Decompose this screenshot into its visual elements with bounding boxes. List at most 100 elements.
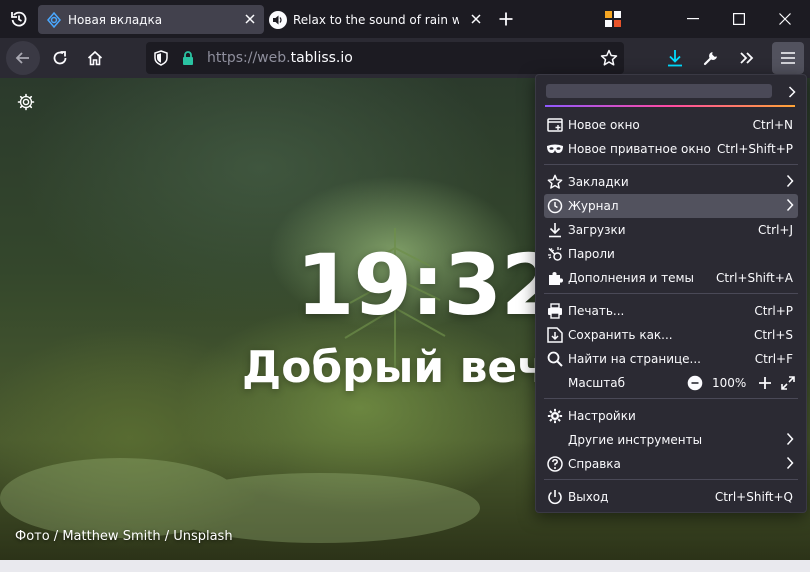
menu-label: Масштаб: [568, 376, 626, 390]
account-row[interactable]: [546, 84, 772, 98]
new-tab-button[interactable]: [492, 0, 520, 38]
menu-label: Выход: [568, 490, 609, 504]
menu-passwords[interactable]: Пароли: [544, 242, 798, 266]
accent-divider: [545, 105, 795, 107]
history-clock-icon: [546, 197, 564, 215]
menu-shortcut: Ctrl+N: [752, 118, 793, 132]
reload-button[interactable]: [44, 42, 76, 74]
menu-find-in-page[interactable]: Найти на странице... Ctrl+F: [544, 347, 798, 371]
menu-shortcut: Ctrl+S: [753, 328, 793, 342]
menu-addons-themes[interactable]: Дополнения и темы Ctrl+Shift+A: [544, 266, 798, 290]
chevron-right-icon: [786, 432, 794, 449]
photo-credit[interactable]: Фото / Matthew Smith / Unsplash: [15, 529, 233, 544]
menu-help[interactable]: Справка: [544, 452, 798, 476]
menu-shortcut: Ctrl+P: [754, 304, 793, 318]
url-text[interactable]: https://web.tabliss.io: [207, 42, 353, 74]
menu-exit[interactable]: Выход Ctrl+Shift+Q: [544, 485, 798, 509]
maximize-button[interactable]: [724, 0, 754, 38]
menu-shortcut: Ctrl+F: [754, 352, 793, 366]
chevron-right-icon: [786, 198, 794, 215]
search-icon: [546, 350, 564, 368]
power-icon: [546, 488, 564, 506]
settings-gear-icon[interactable]: [17, 93, 35, 111]
menu-save-as[interactable]: Сохранить как... Ctrl+S: [544, 323, 798, 347]
home-button[interactable]: [79, 42, 111, 74]
tab-relax-rain[interactable]: Relax to the sound of rain with: [266, 5, 490, 34]
menu-label: Справка: [568, 457, 621, 471]
menu-new-window[interactable]: Новое окно Ctrl+N: [544, 113, 798, 137]
lock-icon[interactable]: [182, 50, 194, 69]
history-icon[interactable]: [4, 0, 34, 38]
menu-history[interactable]: Журнал: [544, 194, 798, 218]
printer-icon: [546, 302, 564, 320]
back-button[interactable]: [6, 41, 40, 75]
menu-separator: [544, 398, 798, 399]
tab-strip: Новая вкладка Relax to the sound of rain…: [0, 0, 810, 38]
menu-label: Новое приватное окно: [568, 142, 711, 156]
menu-shortcut: Ctrl+Shift+P: [717, 142, 793, 156]
chevron-right-icon: [786, 456, 794, 473]
new-window-icon: [546, 116, 564, 134]
close-window-button[interactable]: [770, 0, 800, 38]
wrench-icon[interactable]: [695, 42, 727, 74]
menu-label: Найти на странице...: [568, 352, 701, 366]
minimize-button[interactable]: [678, 0, 708, 38]
menu-label: Новое окно: [568, 118, 640, 132]
tab-close-icon[interactable]: [468, 11, 484, 27]
tab-close-icon[interactable]: [242, 11, 258, 27]
chevron-right-icon[interactable]: [788, 83, 796, 102]
tab-title: Relax to the sound of rain with: [293, 12, 459, 27]
navigation-toolbar: https://web.tabliss.io: [0, 38, 810, 78]
download-arrow-icon: [546, 221, 564, 239]
url-scheme: https://web.: [207, 50, 291, 66]
app-menu-button[interactable]: [772, 42, 804, 74]
fullscreen-icon[interactable]: [778, 372, 798, 394]
zoom-in-button[interactable]: [754, 372, 776, 394]
menu-shortcut: Ctrl+Shift+Q: [714, 490, 793, 504]
tab-title: Новая вкладка: [68, 12, 163, 27]
overflow-chevrons-icon[interactable]: [731, 42, 763, 74]
menu-label: Закладки: [568, 175, 629, 189]
menu-label: Журнал: [568, 199, 619, 213]
downloads-button[interactable]: [659, 42, 691, 74]
extensions-grid-icon[interactable]: [600, 0, 626, 38]
menu-shortcut: Ctrl+Shift+A: [716, 271, 793, 285]
menu-label: Печать...: [568, 304, 625, 318]
menu-label: Дополнения и темы: [568, 271, 694, 285]
help-icon: [546, 455, 564, 473]
clock-time: 19:32: [296, 236, 559, 334]
menu-downloads[interactable]: Загрузки Ctrl+J: [544, 218, 798, 242]
tab-favicon-icon: [46, 11, 62, 28]
menu-label: Пароли: [568, 247, 615, 261]
zoom-level[interactable]: 100%: [712, 376, 746, 390]
menu-shortcut: Ctrl+J: [758, 223, 793, 237]
menu-print[interactable]: Печать... Ctrl+P: [544, 299, 798, 323]
browser-window: Новая вкладка Relax to the sound of rain…: [0, 0, 810, 572]
url-host: tabliss: [290, 50, 336, 66]
settings-gear-icon: [546, 407, 564, 425]
chevron-right-icon: [786, 174, 794, 191]
zoom-out-button[interactable]: [684, 372, 706, 394]
more-tools-spacer: [546, 431, 564, 449]
menu-new-private-window[interactable]: Новое приватное окно Ctrl+Shift+P: [544, 137, 798, 161]
bookmarks-star-icon: [546, 173, 564, 191]
menu-settings[interactable]: Настройки: [544, 404, 798, 428]
tracking-protection-shield-icon[interactable]: [154, 50, 168, 70]
save-page-icon: [546, 326, 564, 344]
menu-label: Сохранить как...: [568, 328, 673, 342]
url-tld: .io: [335, 50, 353, 66]
menu-bookmarks[interactable]: Закладки: [544, 170, 798, 194]
zoom-spacer: [546, 374, 564, 392]
menu-separator: [544, 479, 798, 480]
private-mask-icon: [546, 140, 564, 158]
tab-new-tab[interactable]: Новая вкладка: [38, 5, 264, 34]
bookmark-star-icon[interactable]: [600, 49, 618, 71]
window-bottom-edge: [0, 560, 810, 572]
app-menu-panel: Новое окно Ctrl+N Новое приватное окно C…: [535, 74, 807, 513]
speaker-icon[interactable]: [269, 10, 287, 29]
address-bar[interactable]: https://web.tabliss.io: [146, 42, 624, 74]
puzzle-piece-icon: [546, 269, 564, 287]
menu-separator: [544, 164, 798, 165]
menu-more-tools[interactable]: Другие инструменты: [544, 428, 798, 452]
menu-label: Настройки: [568, 409, 636, 423]
